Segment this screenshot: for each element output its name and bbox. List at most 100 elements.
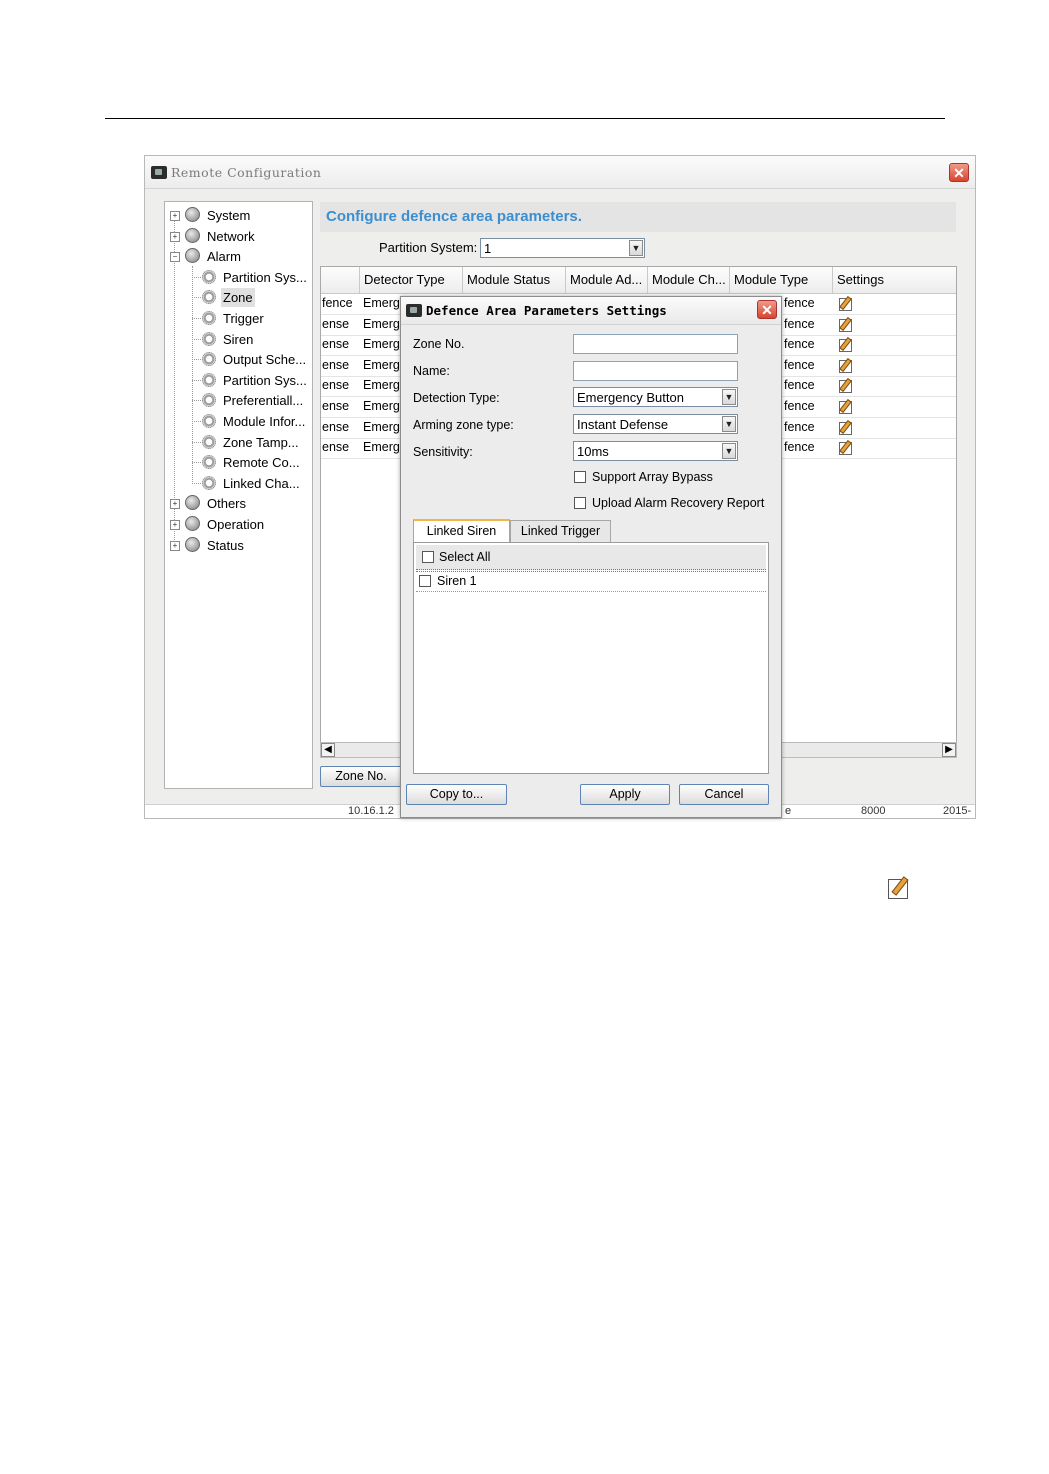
tree-item-label: Remote Co... xyxy=(223,455,300,471)
column-header-module-type[interactable]: Module Type xyxy=(729,267,832,293)
support-array-bypass-checkbox[interactable] xyxy=(574,471,586,483)
sidebar-item-alarm[interactable]: − Alarm xyxy=(165,247,312,266)
sidebar-item-zone-tamp[interactable]: Zone Tamp... xyxy=(165,433,312,452)
column-header-settings[interactable]: Settings xyxy=(832,267,956,293)
copy-to-button[interactable]: Copy to... xyxy=(406,784,507,805)
dialog-close-button[interactable]: ✕ xyxy=(757,300,777,319)
sidebar-item-module-infor[interactable]: Module Infor... xyxy=(165,412,312,431)
tree-item-label: Status xyxy=(207,537,244,553)
edit-icon[interactable] xyxy=(839,380,852,394)
select-all-checkbox[interactable] xyxy=(422,551,434,563)
sidebar-item-status[interactable]: + Status xyxy=(165,536,312,555)
sidebar-item-siren[interactable]: Siren xyxy=(165,330,312,349)
sidebar-item-preferentiall[interactable]: Preferentiall... xyxy=(165,391,312,410)
page-header-rule xyxy=(105,118,945,119)
zone-no-field[interactable] xyxy=(573,334,738,354)
tree-item-label: System xyxy=(207,208,251,223)
gear-icon xyxy=(202,455,216,470)
gear-icon xyxy=(202,393,216,408)
scroll-left-button[interactable]: ◀ xyxy=(321,743,335,757)
chevron-down-icon[interactable]: ▼ xyxy=(722,416,736,432)
sensitivity-select[interactable]: 10ms ▼ xyxy=(573,441,738,461)
column-header-detector-type[interactable]: Detector Type xyxy=(359,267,462,293)
sidebar-item-operation[interactable]: + Operation xyxy=(165,515,312,534)
cell-arming-type: ense xyxy=(322,399,350,413)
gear-icon xyxy=(202,311,216,325)
tree-item-label: Linked Cha... xyxy=(223,475,300,491)
sidebar-item-network[interactable]: + Network xyxy=(165,227,312,246)
tree-branch-line xyxy=(192,462,201,464)
window-titlebar[interactable]: Remote Configuration ✕ xyxy=(145,156,975,189)
detection-type-select[interactable]: Emergency Button ▼ xyxy=(573,387,738,407)
chevron-down-icon[interactable]: ▼ xyxy=(722,443,736,459)
gear-icon xyxy=(202,352,216,367)
upload-alarm-recovery-checkbox[interactable] xyxy=(574,497,586,509)
chevron-down-icon[interactable]: ▼ xyxy=(722,389,736,405)
defence-area-settings-dialog: Defence Area Parameters Settings ✕ Zone … xyxy=(400,296,782,818)
tab-linked-siren[interactable]: Linked Siren xyxy=(413,519,510,542)
tree-item-label: Others xyxy=(207,496,247,512)
dialog-titlebar[interactable]: Defence Area Parameters Settings ✕ xyxy=(401,297,781,325)
window-title: Remote Configuration xyxy=(171,165,322,180)
select-all-row: Select All xyxy=(416,545,766,570)
collapse-icon[interactable]: − xyxy=(170,252,180,263)
app-window-icon xyxy=(151,166,167,179)
config-tree: + System + Network − Alarm Partition Sys... Zon… xyxy=(164,201,313,789)
gear-icon xyxy=(202,290,216,305)
zone-no-button[interactable]: Zone No. xyxy=(320,766,402,787)
sidebar-item-system[interactable]: + System xyxy=(165,206,312,225)
expand-icon[interactable]: + xyxy=(170,499,180,510)
tree-branch-line xyxy=(192,359,201,361)
edit-icon[interactable] xyxy=(839,298,852,311)
tab-linked-trigger[interactable]: Linked Trigger xyxy=(510,520,611,542)
edit-icon[interactable] xyxy=(839,401,852,414)
edit-icon[interactable] xyxy=(839,442,852,456)
cell-detector-type: Emerg xyxy=(363,296,400,310)
cell-module-type: fence xyxy=(784,337,815,352)
sidebar-item-trigger[interactable]: Trigger xyxy=(165,309,312,328)
name-field[interactable] xyxy=(573,361,738,381)
edit-icon[interactable] xyxy=(839,359,852,373)
background-port: 8000 xyxy=(861,805,886,817)
partition-system-select[interactable]: 1 ▼ xyxy=(480,238,645,258)
expand-icon[interactable]: + xyxy=(170,520,180,530)
arming-zone-type-label: Arming zone type: xyxy=(413,418,514,432)
column-header-module-channel[interactable]: Module Ch... xyxy=(647,267,729,293)
detection-type-label: Detection Type: xyxy=(413,391,500,405)
globe-icon xyxy=(185,248,200,264)
edit-icon[interactable] xyxy=(839,339,852,353)
background-date: 2015- xyxy=(943,805,972,817)
window-close-button[interactable]: ✕ xyxy=(949,163,969,182)
select-all-label: Select All xyxy=(439,550,491,564)
sidebar-item-partition-sys[interactable]: Partition Sys... xyxy=(165,371,312,390)
upload-alarm-recovery-label: Upload Alarm Recovery Report xyxy=(592,496,765,510)
expand-icon[interactable]: + xyxy=(170,540,180,551)
edit-icon[interactable] xyxy=(839,318,852,332)
sensitivity-value: 10ms xyxy=(577,444,609,459)
tree-branch-line xyxy=(192,400,201,402)
sidebar-item-others[interactable]: + Others xyxy=(165,494,312,513)
sidebar-item-partition-sys[interactable]: Partition Sys... xyxy=(165,268,312,287)
list-item[interactable]: Siren 1 xyxy=(416,571,766,592)
sidebar-item-zone[interactable]: Zone xyxy=(165,288,312,308)
gear-icon xyxy=(202,269,216,284)
siren-1-checkbox[interactable] xyxy=(419,575,431,587)
edit-icon[interactable] xyxy=(839,421,852,435)
sidebar-item-output-sche[interactable]: Output Sche... xyxy=(165,350,312,369)
column-header-module-address[interactable]: Module Ad... xyxy=(565,267,647,293)
sidebar-item-remote-co[interactable]: Remote Co... xyxy=(165,453,312,472)
column-header-module-status[interactable]: Module Status xyxy=(462,267,565,293)
globe-icon xyxy=(185,536,200,552)
sidebar-item-linked-cha[interactable]: Linked Cha... xyxy=(165,474,312,493)
chevron-down-icon[interactable]: ▼ xyxy=(629,240,643,256)
scroll-right-button[interactable]: ▶ xyxy=(942,743,956,757)
edit-icon xyxy=(888,879,908,899)
app-window-icon xyxy=(406,304,422,317)
expand-icon[interactable]: + xyxy=(170,231,180,242)
cancel-button[interactable]: Cancel xyxy=(679,784,769,805)
tree-branch-line xyxy=(192,441,201,443)
apply-button[interactable]: Apply xyxy=(580,784,670,805)
cell-module-type: fence xyxy=(784,316,815,331)
expand-icon[interactable]: + xyxy=(170,211,180,221)
arming-zone-type-select[interactable]: Instant Defense ▼ xyxy=(573,414,738,434)
